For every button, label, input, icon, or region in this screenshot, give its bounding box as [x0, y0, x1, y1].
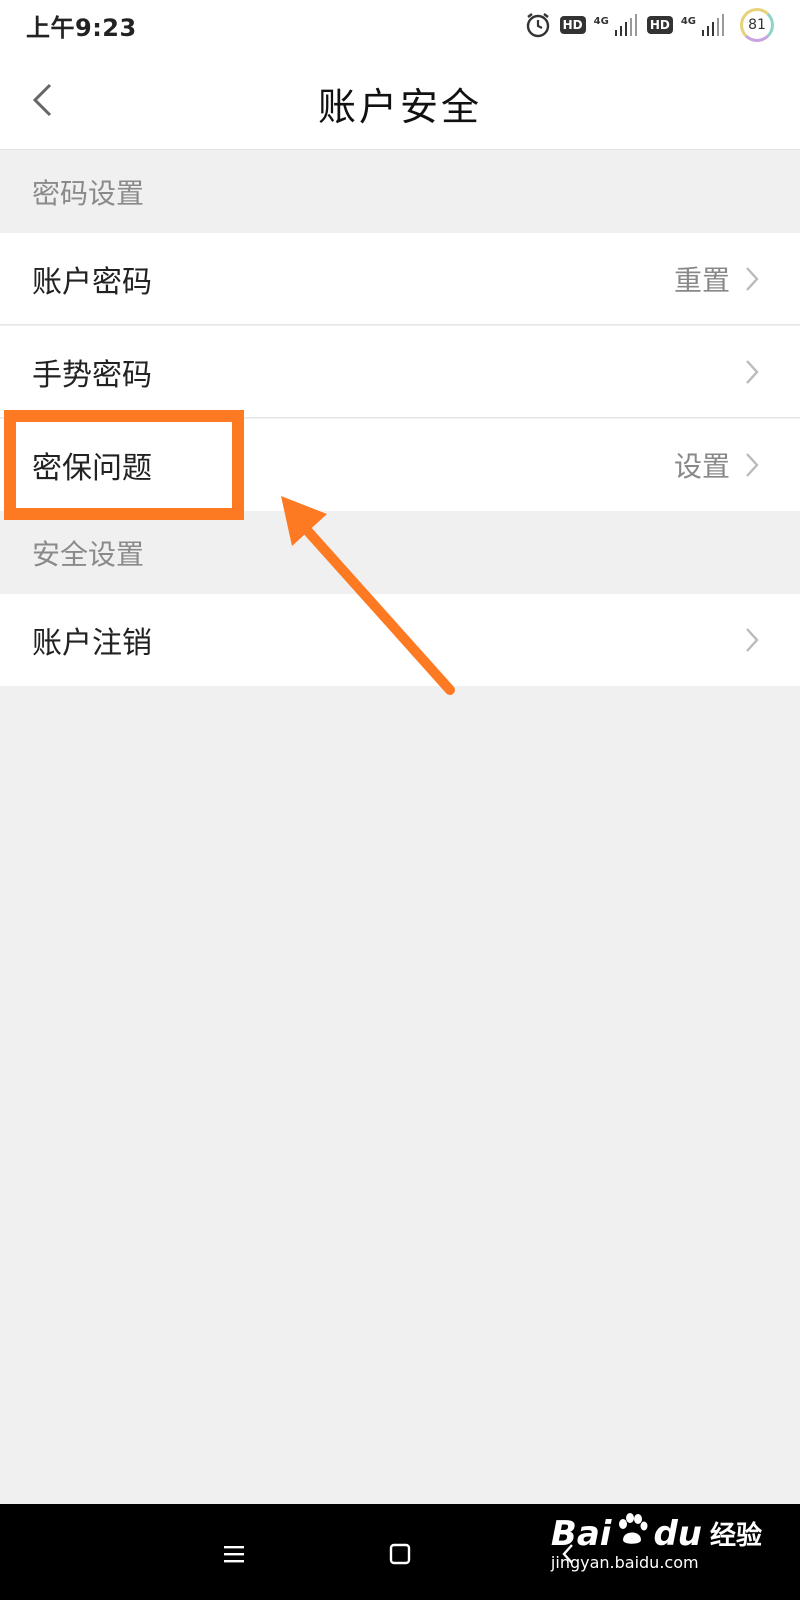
- baidu-jingyan-watermark: Bai du 经验 jingyan.baidu.com: [551, 1512, 762, 1572]
- menu-icon: [224, 1546, 244, 1563]
- watermark-brand-suffix: du: [653, 1513, 702, 1554]
- watermark-url: jingyan.baidu.com: [550, 1553, 699, 1572]
- paw-icon: [615, 1512, 649, 1555]
- menu-button[interactable]: [214, 1534, 254, 1574]
- home-square-icon: [389, 1543, 411, 1565]
- annotation-arrow: [281, 496, 455, 695]
- home-button[interactable]: [380, 1534, 420, 1574]
- system-nav-bar: Bai du 经验 jingyan.baidu.com: [0, 1504, 800, 1600]
- watermark-logo: Bai du 经验: [551, 1512, 762, 1555]
- watermark-brand: Bai: [550, 1513, 612, 1554]
- watermark-cn: 经验: [709, 1521, 762, 1551]
